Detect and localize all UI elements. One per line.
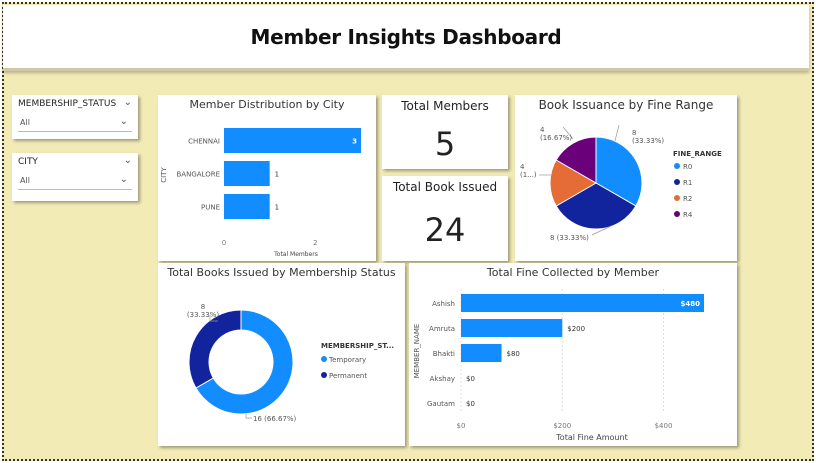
x-tick-label: $0 xyxy=(457,422,466,430)
bar xyxy=(461,294,704,312)
category-label: CHENNAI xyxy=(188,138,220,146)
kpi-label: Total Book Issued xyxy=(392,180,498,194)
data-label: $0 xyxy=(466,400,475,408)
x-tick-label: 0 xyxy=(222,239,226,247)
data-label: $480 xyxy=(681,300,701,308)
bar xyxy=(224,194,270,219)
category-label: PUNE xyxy=(201,204,220,212)
fine-member-bar-chart: MEMBER_NAME Ashish $480 Amruta $200 Bhakti $80… xyxy=(413,289,704,442)
legend-label: R4 xyxy=(683,211,693,219)
slicer-membership-status[interactable]: MEMBERSHIP_STATUS ⌄ All ⌄ xyxy=(12,95,138,139)
chevron-down-icon[interactable]: ⌄ xyxy=(120,116,128,127)
kpi-label: Total Members xyxy=(401,99,489,113)
fine-range-chart-card[interactable]: Book Issuance by Fine Range 8 (33.33%) 8 (… xyxy=(515,95,737,261)
membership-chart-card[interactable]: Total Books Issued by Membership Status … xyxy=(158,263,405,446)
x-tick-label: $400 xyxy=(655,422,673,430)
legend-marker xyxy=(674,211,680,217)
chevron-down-icon[interactable]: ⌄ xyxy=(124,97,132,108)
slicer-dropdown[interactable]: All ⌄ xyxy=(18,115,132,132)
leader-line xyxy=(245,414,252,419)
legend-marker xyxy=(321,372,327,378)
legend-title: MEMBERSHIP_ST... xyxy=(321,342,394,350)
slicer-label: MEMBERSHIP_STATUS xyxy=(18,99,117,109)
dashboard-header: Member Insights Dashboard xyxy=(3,5,809,71)
legend-label: Temporary xyxy=(328,356,366,364)
bar xyxy=(461,344,502,362)
fine-range-pie-chart: 8 (33.33%) 8 (33.33%) 4 (1...) 4 (16.67%) FINE_… xyxy=(520,124,722,242)
city-bar-chart: CITY CHENNAI 3 BANGALORE 1 PUNE 1 0 2 Total Membe… xyxy=(160,128,361,258)
data-label: $200 xyxy=(567,325,585,333)
data-label: 4 (16.67%) xyxy=(540,126,572,142)
data-label: 8 (33.33%) xyxy=(550,234,589,242)
legend-title: FINE_RANGE xyxy=(673,150,722,158)
slicer-dropdown[interactable]: All ⌄ xyxy=(18,173,132,190)
bar xyxy=(224,161,270,186)
legend-marker xyxy=(674,179,680,185)
category-label: Amruta xyxy=(429,325,455,333)
chevron-down-icon[interactable]: ⌄ xyxy=(124,155,132,166)
kpi-total-book-issued: Total Book Issued 24 xyxy=(382,176,508,261)
data-label: 1 xyxy=(275,204,279,212)
kpi-value: 5 xyxy=(434,125,456,163)
x-axis-label: Total Fine Amount xyxy=(555,433,627,442)
legend-marker xyxy=(674,163,680,169)
kpi-value: 24 xyxy=(424,211,466,249)
category-label: BANGALORE xyxy=(177,171,221,179)
data-label: 16 (66.67%) xyxy=(253,415,297,423)
legend-marker xyxy=(674,195,680,201)
chevron-down-icon[interactable]: ⌄ xyxy=(120,174,128,185)
category-label: Akshay xyxy=(430,375,455,383)
y-axis-label: CITY xyxy=(160,167,168,183)
slicer-value: All xyxy=(20,118,30,127)
fine-member-chart-card[interactable]: Total Fine Collected by Member MEMBER_NA… xyxy=(409,263,737,446)
category-label: Ashish xyxy=(432,300,455,308)
category-label: Gautam xyxy=(427,400,455,408)
data-label: 4 (1...) xyxy=(520,163,537,179)
legend-label: R1 xyxy=(683,179,692,187)
y-axis-label: MEMBER_NAME xyxy=(413,324,421,379)
data-label: $0 xyxy=(466,375,475,383)
legend-label: R0 xyxy=(683,163,692,171)
data-label: 8 (33.33%) xyxy=(632,129,664,145)
data-label: 8 (33.33%) xyxy=(187,303,219,319)
legend-marker xyxy=(321,356,327,362)
slicer-label: CITY xyxy=(18,157,38,167)
leader-line xyxy=(614,124,620,142)
category-label: Bhakti xyxy=(433,350,455,358)
city-chart-card[interactable]: Member Distribution by City CITY CHENNAI 3… xyxy=(158,95,376,261)
bar xyxy=(461,319,563,337)
data-label: 1 xyxy=(275,171,279,179)
data-label: $80 xyxy=(507,350,520,358)
kpi-total-members: Total Members 5 xyxy=(382,95,508,169)
x-axis-label: Total Members xyxy=(273,251,318,258)
membership-donut-chart: 16 (66.67%) 8 (33.33%) MEMBERSHIP_ST... Temp… xyxy=(187,303,394,423)
donut-slice xyxy=(188,309,242,389)
slicer-city[interactable]: CITY ⌄ All ⌄ xyxy=(12,153,138,201)
slicer-value: All xyxy=(20,176,30,185)
dashboard-title: Member Insights Dashboard xyxy=(250,25,562,49)
data-label: 3 xyxy=(352,138,357,146)
x-tick-label: $200 xyxy=(553,422,571,430)
legend-label: Permanent xyxy=(329,372,367,380)
legend-label: R2 xyxy=(683,195,692,203)
bar xyxy=(224,128,361,153)
x-tick-label: 2 xyxy=(313,239,317,247)
